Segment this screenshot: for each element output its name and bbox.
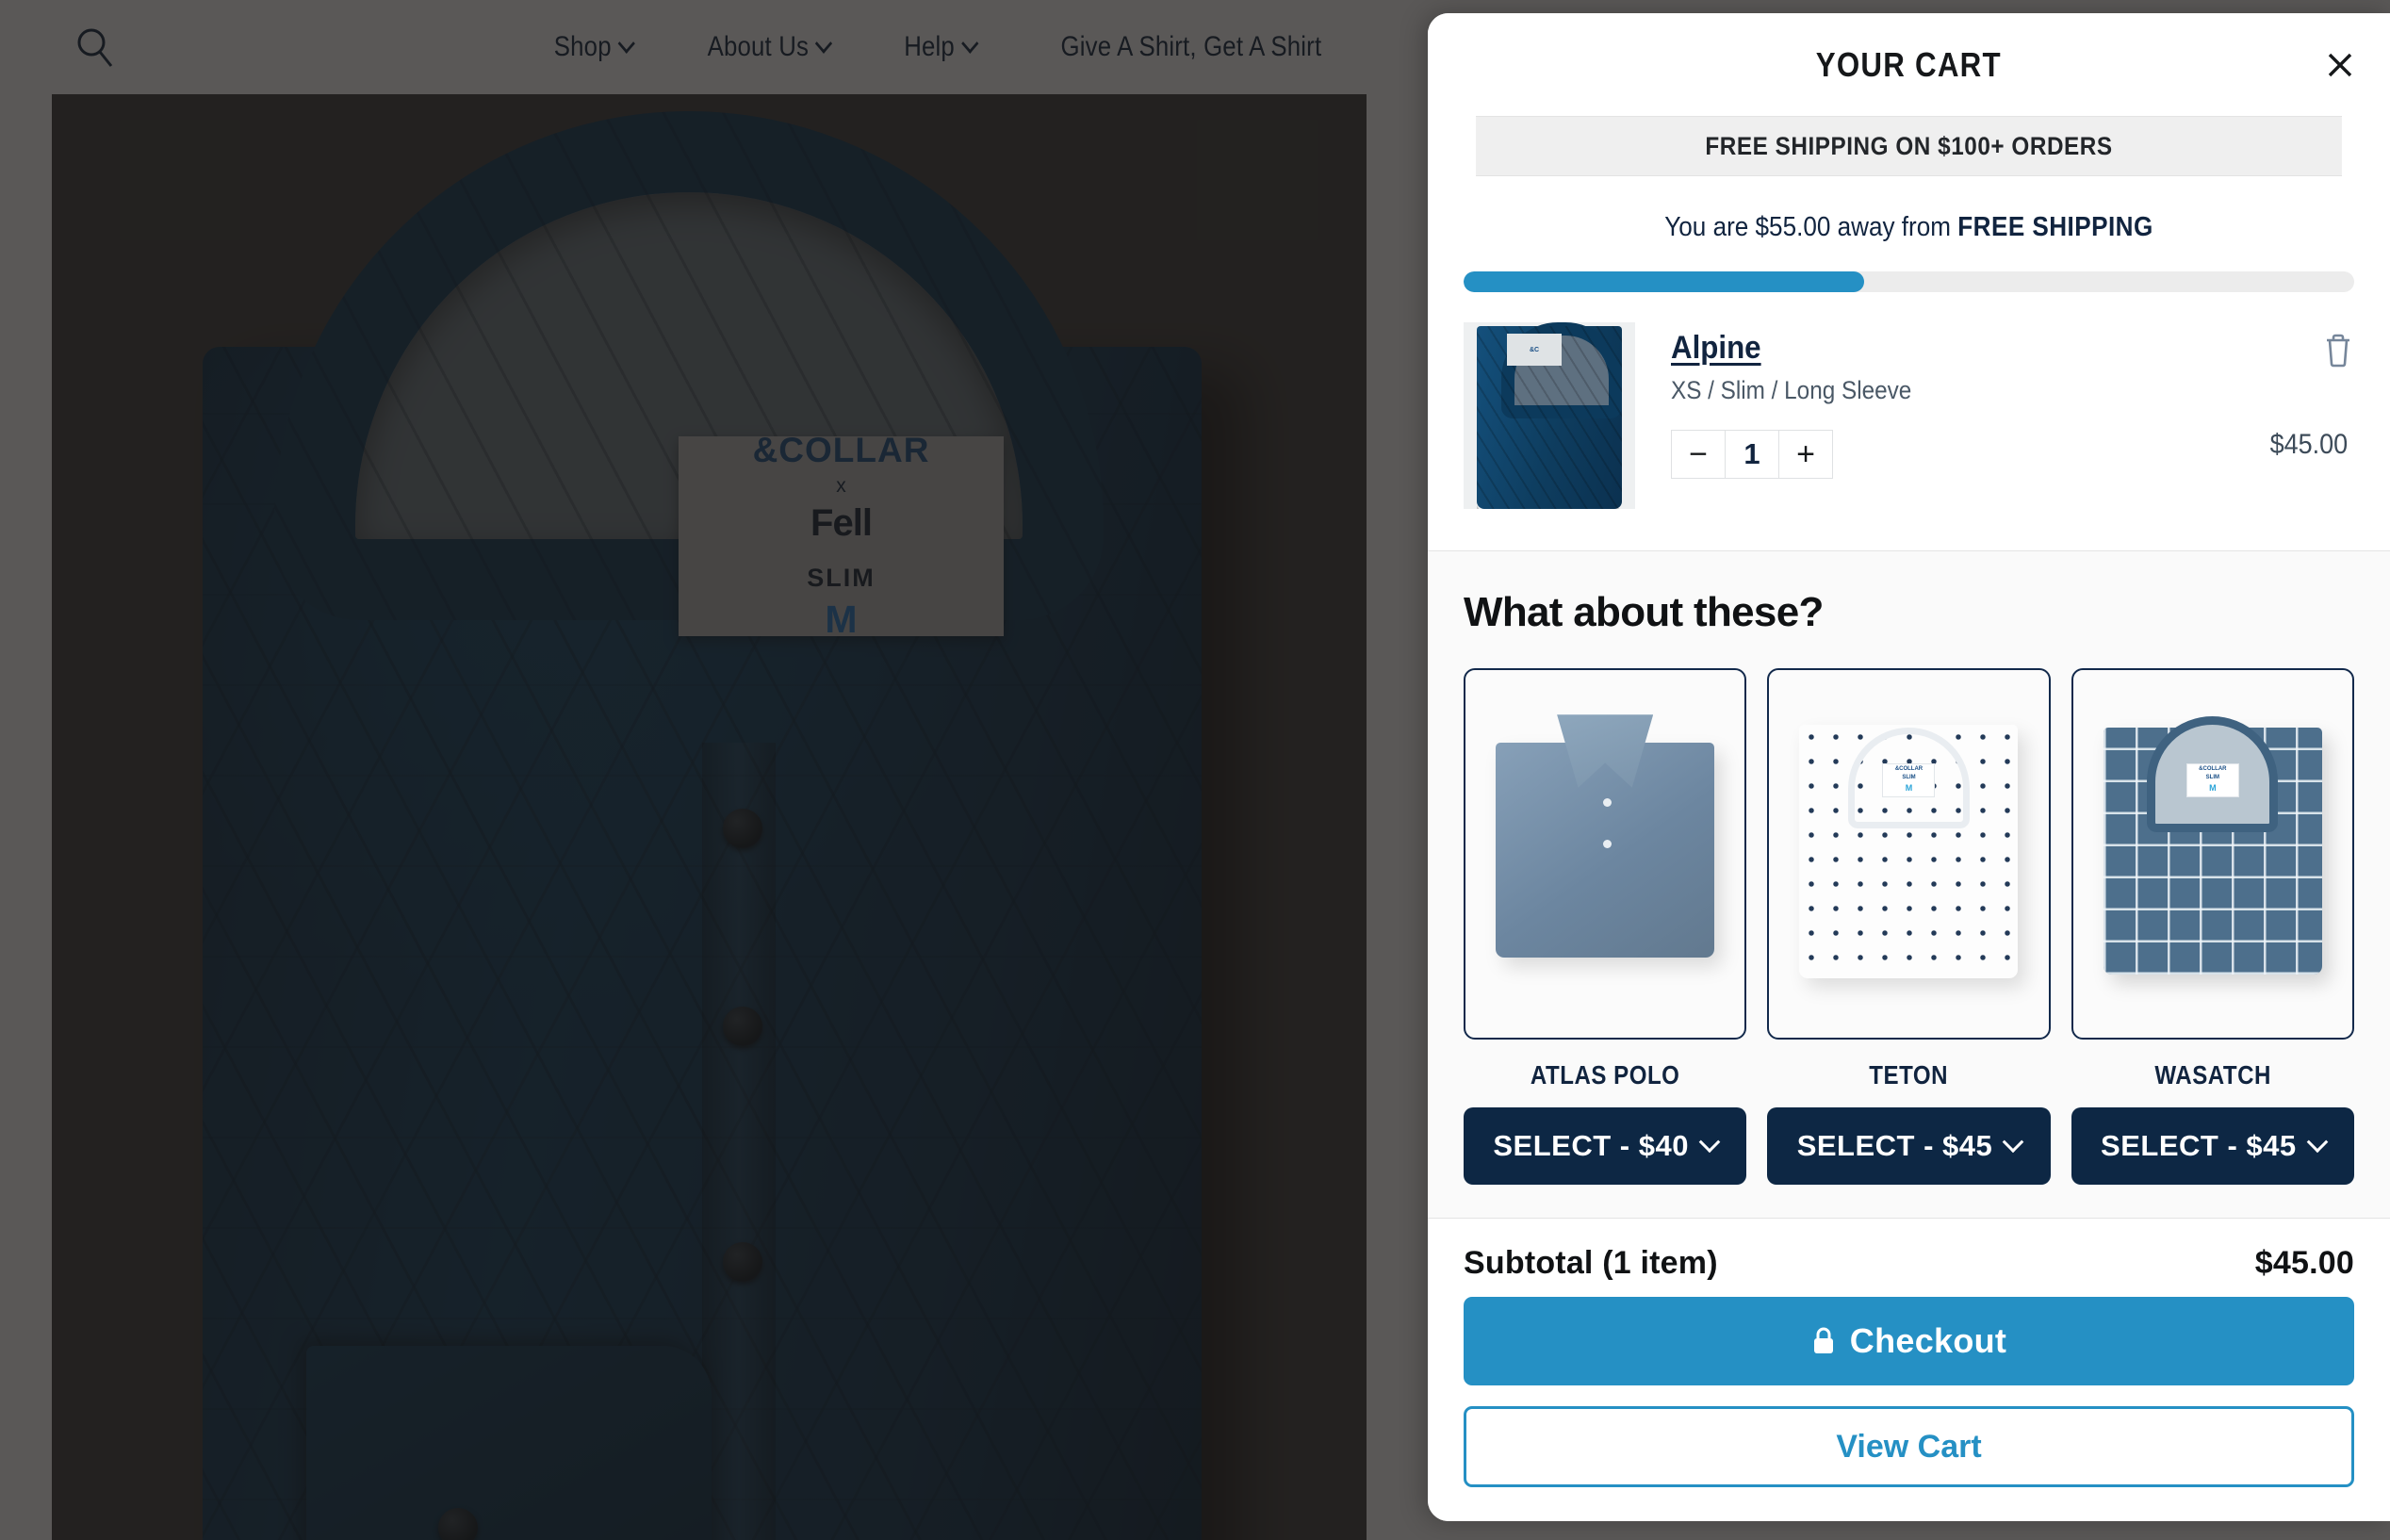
upsell-product-name: WASATCH xyxy=(2154,1060,2271,1089)
subtotal-value: $45.00 xyxy=(2254,1245,2354,1281)
upsell-heading: What about these? xyxy=(1464,589,1824,635)
progress-bar-track xyxy=(1464,271,2354,292)
shirt-brand-tag: &COLLAR SLIM M xyxy=(1882,762,1936,797)
view-cart-label: View Cart xyxy=(1836,1428,1982,1465)
shirt-brand-tag: &COLLAR SLIM M xyxy=(2185,762,2239,797)
progress-highlight: FREE SHIPPING xyxy=(1957,212,2153,242)
select-wasatch-label: SELECT - $45 xyxy=(2101,1129,2297,1162)
shirt-size-tag: &C xyxy=(1507,334,1562,366)
upsell-section: What about these? ATLAS POLO SELECT - $4… xyxy=(1428,550,2390,1218)
select-teton-label: SELECT - $45 xyxy=(1796,1129,1993,1162)
lock-icon xyxy=(1813,1327,1833,1353)
quantity-increase-button[interactable]: + xyxy=(1779,431,1832,478)
line-item-details: Alpine XS / Slim / Long Sleeve − 1 + xyxy=(1635,322,2354,509)
quantity-stepper: − 1 + xyxy=(1671,430,1833,479)
cart-scroll-region[interactable]: You are $55.00 away from FREE SHIPPING &… xyxy=(1428,176,2390,1218)
free-shipping-banner: FREE SHIPPING ON $100+ ORDERS xyxy=(1476,116,2342,176)
tag-brand: &COLLAR xyxy=(2199,765,2227,772)
progress-amount: $55.00 xyxy=(1755,212,1831,242)
tag-size: M xyxy=(2209,782,2217,793)
checked-shirt-illustration: &COLLAR SLIM M xyxy=(2103,716,2322,991)
free-shipping-progress: You are $55.00 away from FREE SHIPPING xyxy=(1428,176,2390,313)
progress-middle: away from xyxy=(1830,212,1958,242)
polo-illustration xyxy=(1496,716,1715,991)
chevron-down-icon xyxy=(2002,1131,2024,1154)
progress-bar-fill xyxy=(1464,271,1865,292)
view-cart-button[interactable]: View Cart xyxy=(1464,1406,2354,1487)
line-item-name[interactable]: Alpine xyxy=(1671,330,1761,367)
upsell-card-atlas-polo: ATLAS POLO SELECT - $40 xyxy=(1464,668,1747,1185)
chevron-down-icon xyxy=(2306,1131,2328,1154)
cart-drawer: YOUR CART FREE SHIPPING ON $100+ ORDERS … xyxy=(1428,13,2390,1521)
cart-line-item: &C Alpine XS / Slim / Long Sleeve − 1 + … xyxy=(1428,313,2390,550)
upsell-card-wasatch: &COLLAR SLIM M WASATCH SELECT - $45 xyxy=(2071,668,2354,1185)
line-item-variant: XS / Slim / Long Sleeve xyxy=(1671,376,1912,404)
progress-prefix: You are xyxy=(1664,212,1756,242)
free-shipping-message: You are $55.00 away from FREE SHIPPING xyxy=(1508,212,2310,243)
dotted-shirt-illustration: &COLLAR SLIM M xyxy=(1799,716,2019,991)
subtotal-row: Subtotal (1 item) $45.00 xyxy=(1464,1245,2354,1282)
quantity-decrease-button[interactable]: − xyxy=(1672,431,1725,478)
polo-shape xyxy=(1496,742,1715,958)
line-item-thumbnail[interactable]: &C xyxy=(1464,322,1635,509)
subtotal-label: Subtotal (1 item) xyxy=(1464,1245,1718,1281)
cart-title: YOUR CART xyxy=(1815,44,2003,84)
upsell-product-name: ATLAS POLO xyxy=(1530,1060,1680,1089)
checked-shirt-image[interactable]: &COLLAR SLIM M xyxy=(2071,668,2354,1040)
upsell-card-teton: &COLLAR SLIM M TETON SELECT - $45 xyxy=(1767,668,2051,1185)
checkout-label: Checkout xyxy=(1849,1321,2007,1360)
cart-header: YOUR CART xyxy=(1428,13,2390,116)
select-wasatch-button[interactable]: SELECT - $45 xyxy=(2071,1107,2354,1185)
tag-fit: SLIM xyxy=(1902,774,1916,780)
quantity-value[interactable]: 1 xyxy=(1725,431,1779,478)
trash-icon[interactable] xyxy=(2320,330,2356,369)
chevron-down-icon xyxy=(1698,1131,1721,1154)
checkout-button[interactable]: Checkout xyxy=(1464,1297,2354,1385)
select-teton-button[interactable]: SELECT - $45 xyxy=(1767,1107,2051,1185)
cart-footer: Subtotal (1 item) $45.00 Checkout View C… xyxy=(1428,1218,2390,1521)
select-atlas-polo-label: SELECT - $40 xyxy=(1493,1129,1689,1162)
polo-shirt-image[interactable] xyxy=(1464,668,1747,1040)
select-atlas-polo-button[interactable]: SELECT - $40 xyxy=(1464,1107,1747,1185)
dotted-shirt-image[interactable]: &COLLAR SLIM M xyxy=(1767,668,2051,1040)
line-item-price: $45.00 xyxy=(2269,429,2349,460)
tag-brand: &COLLAR xyxy=(1894,765,1923,772)
close-icon[interactable] xyxy=(2318,43,2362,87)
tag-fit: SLIM xyxy=(2205,774,2219,780)
upsell-product-name: TETON xyxy=(1869,1060,1949,1089)
upsell-product-grid: ATLAS POLO SELECT - $40 &COLLAR SLIM M T… xyxy=(1464,668,2354,1185)
tag-size: M xyxy=(1905,782,1913,793)
